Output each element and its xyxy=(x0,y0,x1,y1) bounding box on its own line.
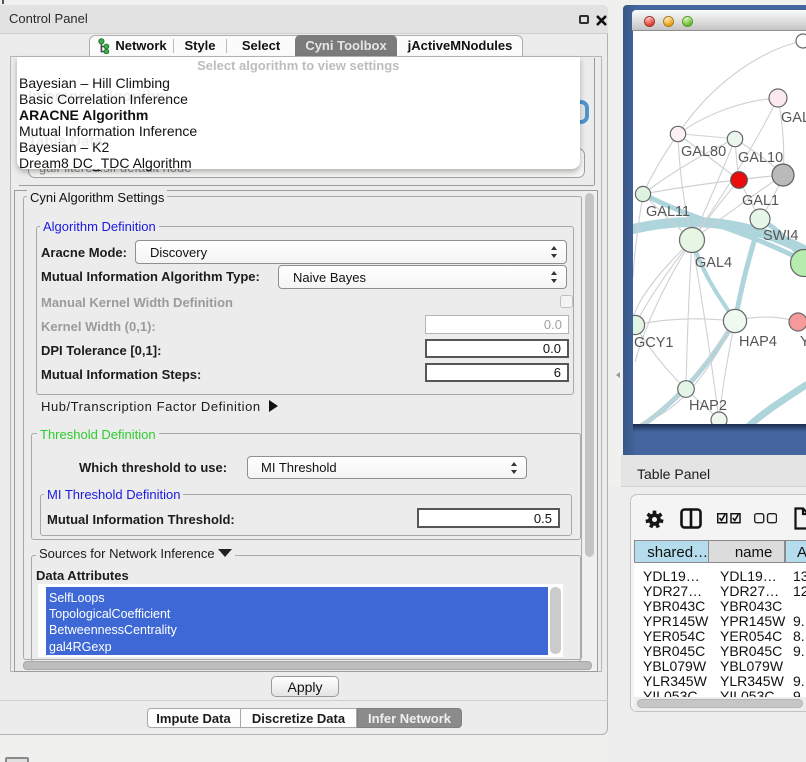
svg-text:GAL11: GAL11 xyxy=(646,204,690,220)
svg-text:YM: YM xyxy=(800,334,806,350)
svg-text:GAL4: GAL4 xyxy=(695,255,732,271)
svg-text:GAL7: GAL7 xyxy=(781,110,806,126)
svg-text:GAL10: GAL10 xyxy=(738,150,783,166)
svg-text:SWI4: SWI4 xyxy=(763,228,798,244)
svg-text:HAP4: HAP4 xyxy=(739,334,777,350)
svg-text:GCY1: GCY1 xyxy=(634,335,674,351)
svg-text:GAL1: GAL1 xyxy=(742,193,779,209)
svg-text:HAP2: HAP2 xyxy=(689,398,727,414)
svg-text:GAL80: GAL80 xyxy=(681,144,726,160)
